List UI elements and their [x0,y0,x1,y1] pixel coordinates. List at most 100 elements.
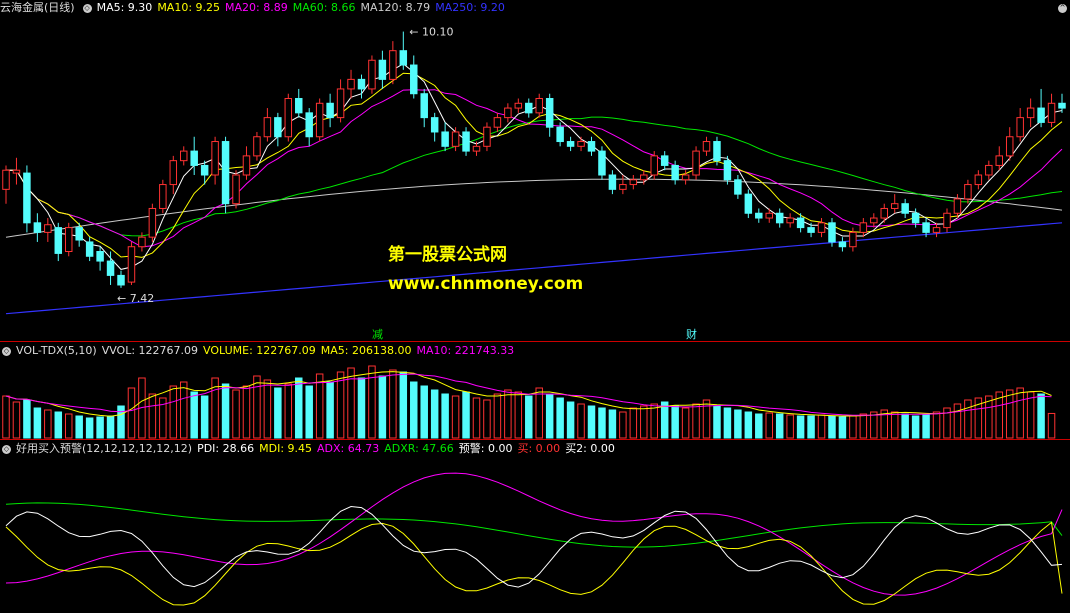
volume-bar [755,413,763,439]
volume-bar [504,389,512,439]
candle-body [232,174,240,205]
volume-bar [295,377,303,439]
volume-bar [284,383,293,439]
candle-body [284,98,293,138]
ma10-line [6,72,1063,258]
volume-bar [85,417,94,439]
volume-bar [964,399,972,439]
candle-body [190,150,198,166]
volume-bar [765,412,773,439]
volume-bar [441,393,449,439]
volume-bar [650,403,658,439]
candle-body [619,184,627,190]
volume-bar [305,385,313,439]
chart-canvas[interactable]: ← 10.10 ← 7.42 减 财 [0,0,1070,613]
event-flag-reduce: 减 [372,328,383,341]
volume-bar [849,415,857,439]
candle-body [64,227,73,252]
candle-body [106,260,115,276]
volume-bar [451,395,460,439]
candle-body [796,217,805,229]
candle-body [305,112,313,138]
candle-body [964,184,972,200]
volume-bar [2,395,10,439]
candle-body [357,78,366,90]
volume-bar [1037,393,1045,439]
low-price-label: ← 7.42 [117,292,154,305]
volume-bar [336,371,345,439]
candle-body [389,50,397,80]
candle-body [336,88,345,119]
candle-body [347,78,355,90]
candle-body [451,131,460,147]
candle-body [671,164,679,181]
ma60-line [6,116,1063,237]
volume-bar [744,411,753,439]
volume-bar [493,393,502,439]
candle-body [838,241,847,248]
candle-body [368,59,376,90]
candle-body [169,160,178,186]
candle-body [180,150,188,162]
candle-body [420,93,428,119]
candle-body [315,102,324,138]
candle-body [849,231,857,248]
candle-body [545,98,554,128]
candle-body [629,179,638,186]
volume-bar [734,409,742,439]
candle-body [870,217,878,224]
volume-bar [922,414,930,439]
candle-body [640,174,648,181]
candle-body [598,150,606,176]
candle-body [326,102,334,119]
candle-body [1005,136,1014,157]
volume-bar [368,365,376,439]
candle-body [1016,117,1024,138]
candle-body [430,117,439,133]
volume-bar [127,387,136,439]
candle-body [441,131,449,147]
candle-body [817,222,826,233]
volume-bar [75,415,83,439]
candle-body [1047,102,1056,123]
candle-body [504,107,512,119]
ma20-line [6,89,1063,248]
volume-bar [608,409,617,439]
watermark-title: 第一股票公式网 [388,245,507,265]
candle-body [880,207,888,219]
candle-body [138,236,146,248]
candle-body [462,131,470,152]
adxr-line [5,502,1063,548]
candle-body [75,227,83,241]
candle-body [472,145,481,152]
volume-bar [242,385,251,439]
candle-body [211,141,219,176]
candle-body [911,212,920,224]
candle-body [85,241,94,257]
candle-body [1026,107,1035,119]
candle-body [890,203,899,209]
volume-bar [315,373,324,439]
volume-bar [723,407,732,439]
candle-body [295,98,303,114]
candle-body [535,98,543,114]
watermark-url: www.chnmoney.com [388,274,584,294]
volume-bar [775,413,784,439]
volume-bar [399,371,408,439]
volume-bar [556,397,564,439]
volume-bar [525,395,533,439]
volume-bar [587,405,596,439]
candle-body [221,141,230,205]
volume-bar [389,369,397,439]
candle-body [200,164,209,176]
mdi-line [5,521,1063,606]
candle-body [2,169,10,190]
high-price-label: ← 10.10 [409,26,453,39]
candle-body [587,141,596,152]
volume-bar [430,389,439,439]
volume-bar [535,387,543,439]
candle-body [483,126,491,147]
candle-body [713,141,721,162]
ma250-line [5,222,1063,315]
candle-body [723,160,732,181]
